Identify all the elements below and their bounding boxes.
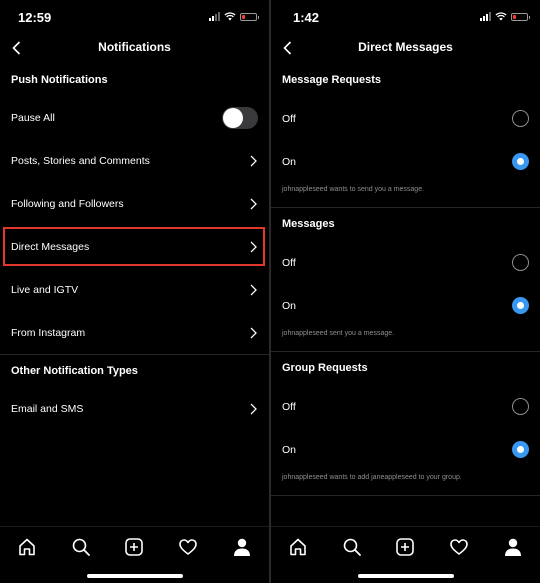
page-title: Direct Messages [358, 40, 453, 54]
message-requests-header: Message Requests [282, 74, 382, 86]
posts-stories-comments-row[interactable]: Posts, Stories and Comments [0, 139, 269, 182]
direct-messages-screen: 1:42 Direct Messages Message Requests Of… [271, 0, 540, 583]
activity-heart-icon [450, 539, 469, 555]
profile-tab[interactable] [228, 534, 256, 560]
status-bar: 1:42 [271, 0, 540, 32]
new-post-icon [125, 538, 144, 556]
new-post-icon [396, 538, 415, 556]
from-instagram-row[interactable]: From Instagram [0, 311, 269, 354]
push-notifications-header: Push Notifications [11, 74, 108, 86]
group-requests-caption: johnappleseed wants to add janeappleseed… [282, 474, 462, 481]
highlight-box [3, 227, 265, 266]
row-label: Pause All [11, 111, 55, 124]
row-label: Live and IGTV [11, 283, 79, 296]
profile-tab[interactable] [499, 534, 527, 560]
settings-list: Push Notifications Pause All Posts, Stor… [0, 64, 269, 430]
pause-all-toggle[interactable] [222, 106, 258, 129]
option-label: On [282, 443, 297, 456]
radio-button[interactable] [512, 254, 529, 271]
status-icons [480, 12, 530, 21]
chevron-right-icon [248, 283, 258, 297]
radio-button-selected[interactable] [512, 153, 529, 170]
group-requests-off-option[interactable]: Off [271, 385, 540, 428]
activity-tab[interactable] [174, 534, 202, 560]
live-igtv-row[interactable]: Live and IGTV [0, 268, 269, 311]
messages-header: Messages [282, 218, 335, 230]
cellular-signal-icon [480, 12, 491, 21]
group-requests-header: Group Requests [282, 362, 368, 374]
option-label: Off [282, 256, 296, 269]
wifi-icon [495, 12, 507, 21]
search-icon [343, 538, 361, 556]
dm-settings-list: Message Requests Off On johnappleseed wa… [271, 64, 540, 496]
search-icon [72, 538, 90, 556]
home-icon [19, 538, 35, 556]
notifications-screen: 12:59 Notifications Push Notifications P… [0, 0, 269, 583]
other-notification-types-header: Other Notification Types [11, 365, 138, 377]
nav-bar: Direct Messages [271, 32, 540, 64]
status-time: 1:42 [293, 10, 320, 25]
chevron-right-icon [248, 154, 258, 168]
messages-on-option[interactable]: On [271, 284, 540, 327]
search-tab[interactable] [338, 534, 366, 560]
option-label: On [282, 155, 297, 168]
wifi-icon [224, 12, 236, 21]
following-followers-row[interactable]: Following and Followers [0, 182, 269, 225]
page-title: Notifications [98, 40, 171, 54]
pause-all-row: Pause All [0, 96, 269, 139]
message-requests-off-option[interactable]: Off [271, 97, 540, 140]
section-divider [271, 495, 540, 496]
chevron-right-icon [248, 197, 258, 211]
home-indicator [86, 574, 183, 578]
option-label: On [282, 299, 297, 312]
activity-heart-icon [179, 539, 198, 555]
option-label: Off [282, 112, 296, 125]
chevron-right-icon [248, 402, 258, 416]
direct-messages-row[interactable]: Direct Messages [0, 225, 269, 268]
status-icons [209, 12, 259, 21]
message-requests-on-option[interactable]: On [271, 140, 540, 183]
row-label: From Instagram [11, 326, 86, 339]
activity-tab[interactable] [445, 534, 473, 560]
chevron-right-icon [248, 326, 258, 340]
home-indicator [357, 574, 454, 578]
email-sms-row[interactable]: Email and SMS [0, 387, 269, 430]
battery-icon [240, 12, 259, 21]
message-requests-caption: johnappleseed wants to send you a messag… [282, 186, 425, 193]
screens-container: 12:59 Notifications Push Notifications P… [0, 0, 540, 583]
new-post-tab[interactable] [391, 534, 419, 560]
row-label: Email and SMS [11, 402, 84, 415]
nav-bar: Notifications [0, 32, 269, 64]
group-requests-on-option[interactable]: On [271, 428, 540, 471]
radio-button[interactable] [512, 398, 529, 415]
home-tab[interactable] [284, 534, 312, 560]
radio-button-selected[interactable] [512, 441, 529, 458]
status-bar: 12:59 [0, 0, 269, 32]
search-tab[interactable] [67, 534, 95, 560]
messages-caption: johnappleseed sent you a message. [282, 330, 395, 337]
profile-icon [234, 538, 251, 556]
battery-icon [511, 12, 530, 21]
tab-bar [271, 526, 540, 583]
radio-button[interactable] [512, 110, 529, 127]
row-label: Following and Followers [11, 197, 124, 210]
new-post-tab[interactable] [120, 534, 148, 560]
home-tab[interactable] [13, 534, 41, 560]
option-label: Off [282, 400, 296, 413]
status-time: 12:59 [18, 10, 52, 25]
profile-icon [505, 538, 522, 556]
radio-button-selected[interactable] [512, 297, 529, 314]
cellular-signal-icon [209, 12, 220, 21]
row-label: Posts, Stories and Comments [11, 154, 150, 167]
tab-bar [0, 526, 269, 583]
home-icon [290, 538, 306, 556]
messages-off-option[interactable]: Off [271, 241, 540, 284]
